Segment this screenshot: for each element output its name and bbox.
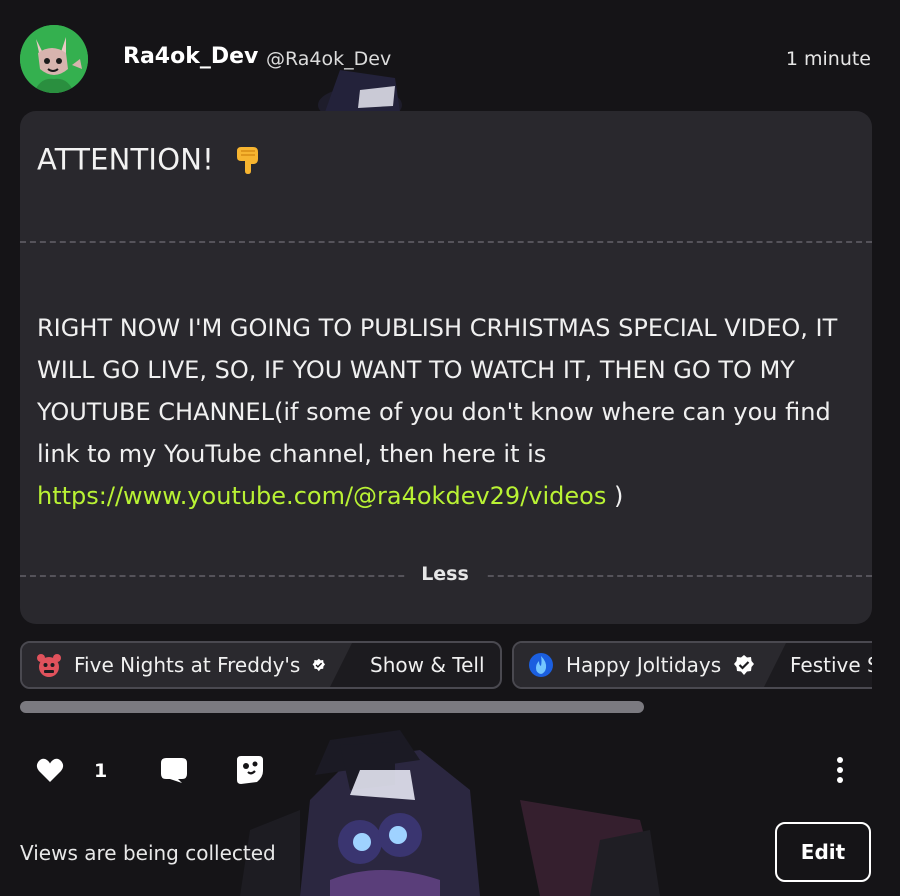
post-body-suffix: ) bbox=[606, 482, 624, 510]
author-handle[interactable]: @Ra4ok_Dev bbox=[266, 48, 391, 70]
more-vertical-icon bbox=[837, 757, 843, 783]
author-name[interactable]: Ra4ok_Dev bbox=[123, 44, 258, 69]
more-options-button[interactable] bbox=[832, 756, 848, 788]
tag-community-name: Happy Joltidays bbox=[566, 653, 722, 677]
fox-avatar-icon bbox=[20, 25, 88, 93]
tag-community-name: Five Nights at Freddy's bbox=[74, 653, 301, 677]
tag-community[interactable]: Happy Joltidays bbox=[514, 643, 786, 687]
author-avatar[interactable] bbox=[20, 25, 88, 93]
like-button[interactable] bbox=[36, 757, 64, 787]
share-button[interactable] bbox=[236, 755, 264, 789]
edit-button[interactable]: Edit bbox=[775, 822, 871, 882]
freddy-icon bbox=[36, 652, 62, 678]
tag-community[interactable]: Five Nights at Freddy's bbox=[22, 643, 352, 687]
tag-chip[interactable]: Five Nights at Freddy's Show & Tell bbox=[20, 641, 502, 689]
less-button[interactable]: Less bbox=[406, 563, 484, 585]
like-count: 1 bbox=[94, 760, 108, 782]
heart-icon bbox=[36, 758, 64, 782]
verified-badge-icon bbox=[312, 654, 326, 676]
tag-chip[interactable]: Happy Joltidays Festive S bbox=[512, 641, 872, 689]
views-status: Views are being collected bbox=[20, 841, 276, 865]
comment-button[interactable] bbox=[160, 756, 188, 788]
post-body-text: RIGHT NOW I'M GOING TO PUBLISH CRHISTMAS… bbox=[37, 314, 838, 468]
content-divider-top bbox=[20, 241, 872, 243]
tags-scrollbar-thumb[interactable] bbox=[20, 701, 644, 713]
post-heading: ATTENTION! bbox=[37, 141, 265, 182]
blue-flame-icon bbox=[528, 652, 554, 678]
tag-topic[interactable]: Show & Tell bbox=[370, 643, 485, 687]
comment-icon bbox=[161, 758, 187, 783]
verified-badge-icon bbox=[733, 654, 755, 676]
collapse-row: Less bbox=[20, 563, 872, 587]
tags-scrollbar[interactable] bbox=[20, 701, 872, 713]
youtube-link[interactable]: https://www.youtube.com/@ra4okdev29/vide… bbox=[37, 482, 606, 510]
post-heading-text: ATTENTION! bbox=[37, 142, 214, 177]
tag-topic[interactable]: Festive S bbox=[790, 643, 872, 687]
pointing-down-emoji-icon bbox=[231, 141, 265, 182]
post-timestamp: 1 minute bbox=[785, 48, 871, 70]
tags-row: Five Nights at Freddy's Show & Tell Happ… bbox=[20, 641, 872, 693]
post-content-card: ATTENTION! RIGHT NOW I'M GOING TO PUBLIS… bbox=[20, 111, 872, 624]
post-body: RIGHT NOW I'M GOING TO PUBLISH CRHISTMAS… bbox=[37, 307, 857, 517]
share-icon bbox=[237, 756, 263, 784]
